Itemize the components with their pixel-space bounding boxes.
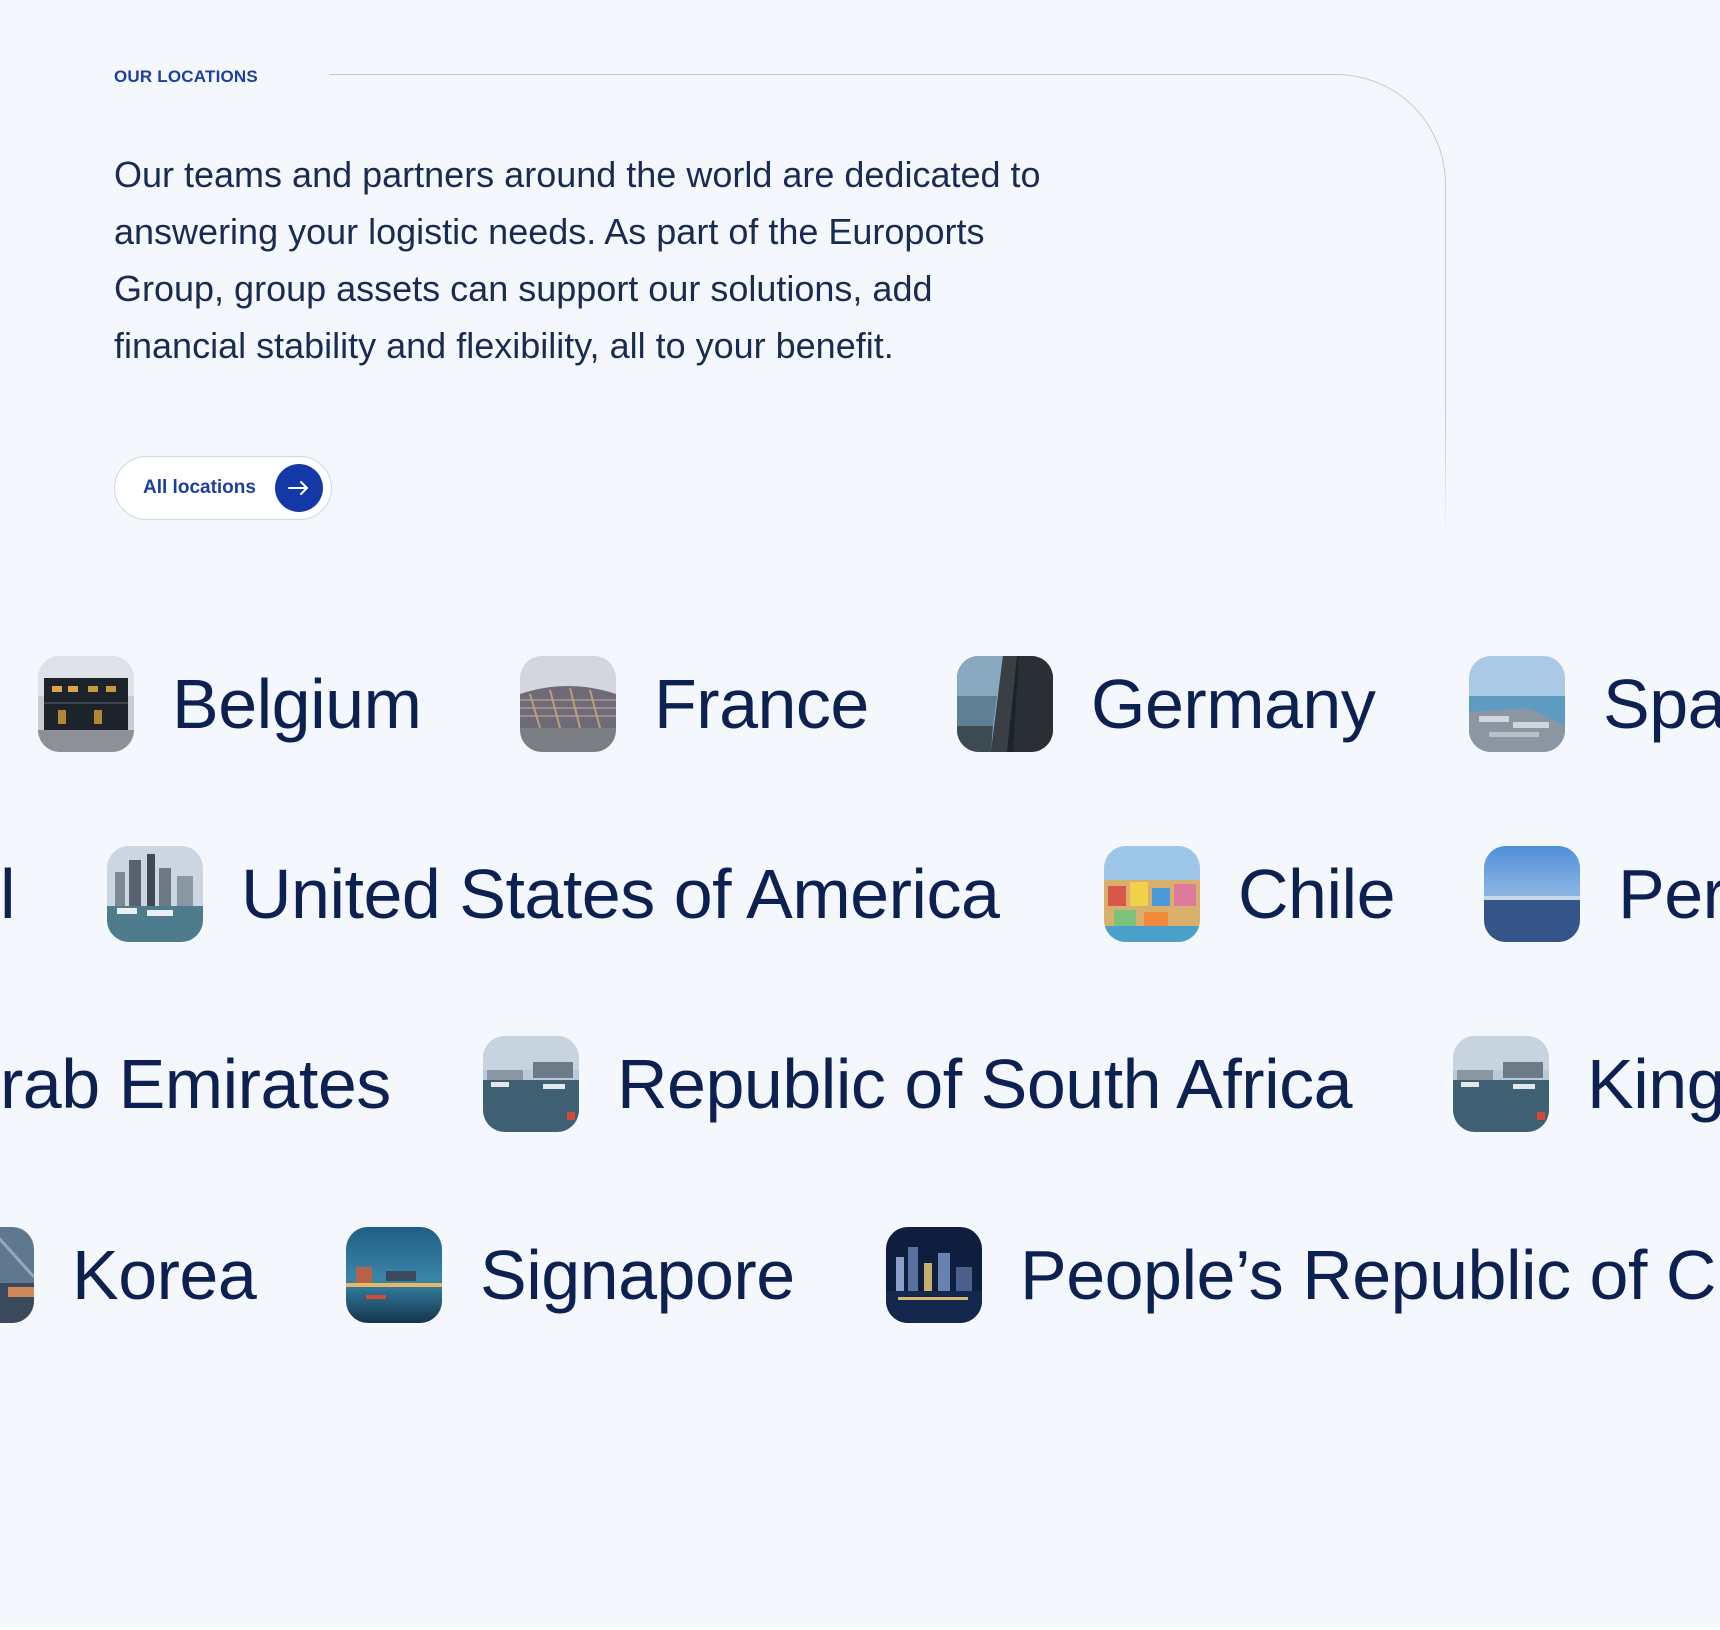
country-name: King — [1587, 1045, 1720, 1123]
country-name: People’s Republic of Ch — [1020, 1236, 1720, 1314]
country-name: Spa — [1603, 665, 1720, 743]
night-skyline-photo — [886, 1227, 982, 1323]
country-name: rab Emirates — [0, 1045, 391, 1123]
stadium-photo — [520, 656, 616, 752]
country-name: l — [0, 855, 16, 933]
section-description: Our teams and partners around the world … — [114, 154, 1041, 366]
coast-photo — [1484, 846, 1580, 942]
bridge-photo — [0, 1227, 34, 1323]
country-name: Korea — [72, 1236, 257, 1314]
port-aerial-photo — [1469, 656, 1565, 752]
all-locations-button[interactable]: All locations — [114, 456, 332, 520]
country-name: Germany — [1091, 665, 1376, 743]
country-name: France — [654, 665, 869, 743]
country-name: Per — [1618, 855, 1720, 933]
all-locations-label: All locations — [143, 477, 256, 498]
country-name: Signapore — [480, 1236, 795, 1314]
arrow-right-icon — [275, 464, 323, 512]
country-name: Chile — [1238, 855, 1396, 933]
bay-dusk-photo — [346, 1227, 442, 1323]
country-name: United States of America — [241, 855, 1000, 933]
country-name: Republic of South Africa — [617, 1045, 1353, 1123]
harbor-glass-photo — [957, 656, 1053, 752]
colorful-city-photo — [1104, 846, 1200, 942]
warehouse-photo — [38, 656, 134, 752]
country-name: Belgium — [172, 665, 422, 743]
marina-sunset-photo — [483, 1036, 579, 1132]
marina-sunset-photo — [1453, 1036, 1549, 1132]
section-eyebrow: OUR LOCATIONS — [114, 67, 258, 86]
marina-skyline-photo — [107, 846, 203, 942]
